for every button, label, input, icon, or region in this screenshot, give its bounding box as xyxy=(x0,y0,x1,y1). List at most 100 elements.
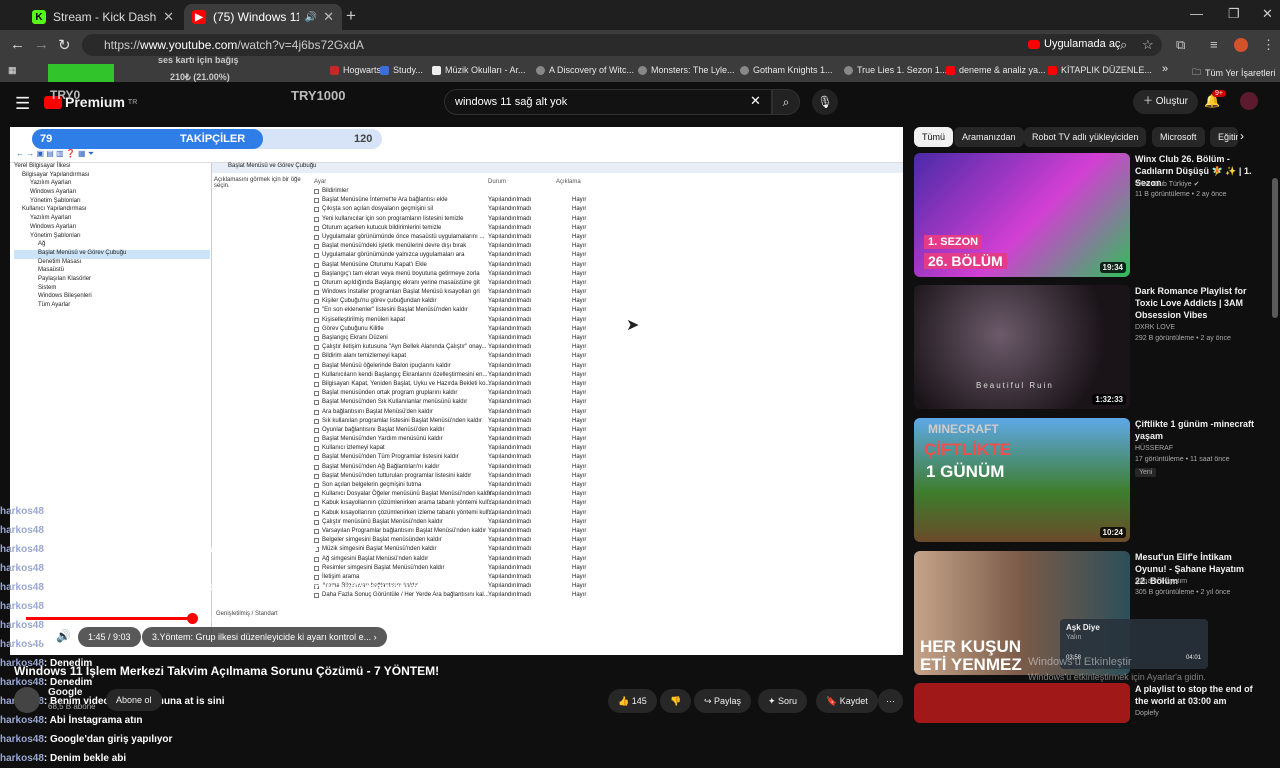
policy-setting-row[interactable]: Bilgisayarı Kapat, Yeniden Başlat, Uyku … xyxy=(314,381,894,390)
bookmark-item[interactable]: True Lies 1. Sezon 1... xyxy=(844,65,947,75)
seek-handle[interactable] xyxy=(186,613,198,624)
policy-setting-row[interactable]: Çalıştır menüsünü Başlat Menüsü'nden kal… xyxy=(314,519,894,528)
page-scrollbar[interactable] xyxy=(1272,178,1278,318)
tab-kick-dashboard[interactable]: K Stream - Kick Dashboard ✕ xyxy=(24,4,182,30)
bookmark-item[interactable]: Müzik Okulları - Ar... xyxy=(432,65,526,75)
channel-name[interactable]: Google xyxy=(48,687,82,698)
chevron-right-icon[interactable]: › xyxy=(1240,129,1244,143)
more-actions-button[interactable]: ⋯ xyxy=(878,689,903,713)
chip-uploader[interactable]: Robot TV adlı yükleyiciden xyxy=(1024,127,1147,147)
bookmark-item[interactable]: Monsters: The Lyle... xyxy=(638,65,735,75)
policy-setting-row[interactable]: Başlat Menüsü'nden tutturulan programlar… xyxy=(314,473,894,482)
recommendation-item[interactable]: A playlist to stop the end of the world … xyxy=(914,683,1259,723)
channel-avatar[interactable] xyxy=(14,687,40,713)
policy-setting-row[interactable]: Belgeler simgesini Başlat menüsünden kal… xyxy=(314,537,894,546)
policy-setting-row[interactable]: Ara bağlantısını Başlat Menüsü'den kaldı… xyxy=(314,409,894,418)
tree-node[interactable]: Tüm Ayarlar xyxy=(14,302,210,311)
policy-setting-row[interactable]: Başlat Menüsü öğelerinde Balon ipuçların… xyxy=(314,363,894,372)
open-in-app-button[interactable]: Uygulamada aç xyxy=(1028,38,1120,50)
policy-setting-row[interactable]: Kabuk kısayollarının çözümlenirken arama… xyxy=(314,500,894,509)
share-button[interactable]: ↪ Paylaş xyxy=(694,689,752,713)
policy-setting-row[interactable]: Kullanıcıların kendi Başlangıç Ekranları… xyxy=(314,372,894,381)
policy-setting-row[interactable]: Bildirim alanı temizlemeyi kapat Yapıland… xyxy=(314,353,894,362)
tree-node[interactable]: Yönetim Şablonları xyxy=(14,233,210,242)
policy-setting-row[interactable]: Sık kullanılan programlar listesini Başl… xyxy=(314,418,894,427)
account-avatar[interactable] xyxy=(1240,92,1258,110)
recommendation-item[interactable]: 1. SEZON 26. BÖLÜM 19:34 Winx Club 26. B… xyxy=(914,153,1259,281)
chip-education[interactable]: Eğitim xyxy=(1210,127,1238,147)
recommendation-title[interactable]: A playlist to stop the end of the world … xyxy=(1135,683,1257,707)
autoplay-toggle[interactable]: ⏺ xyxy=(762,629,768,644)
bookmark-item[interactable]: KİTAPLIK DÜZENLE... xyxy=(1048,65,1152,75)
chip-microsoft[interactable]: Microsoft xyxy=(1152,127,1205,147)
tree-node[interactable]: Kullanıcı Yapılandırması xyxy=(14,206,210,215)
forward-icon[interactable]: → xyxy=(34,36,49,53)
bookmark-star-icon[interactable]: ☆ xyxy=(1142,37,1154,53)
policy-setting-row[interactable]: Kişiler Çubuğu'nu görev çubuğundan kaldı… xyxy=(314,298,894,307)
tree-node[interactable]: Windows Ayarları xyxy=(14,189,210,198)
tree-node[interactable]: Yönetim Şablonları xyxy=(14,198,210,207)
fullscreen-icon[interactable]: ⛶ xyxy=(872,629,880,644)
bookmark-item[interactable]: Gotham Knights 1... xyxy=(740,65,833,75)
policy-setting-row[interactable]: Uygulamalar görünümünde önce masaüstü uy… xyxy=(314,234,894,243)
reload-icon[interactable]: ↻ xyxy=(58,36,71,54)
policy-setting-row[interactable]: Başlat menüsünden ortak program grupları… xyxy=(314,390,894,399)
like-button[interactable]: 👍 145 xyxy=(608,689,657,713)
hamburger-menu-icon[interactable]: ☰ xyxy=(15,94,30,114)
captions-icon[interactable]: ▭ xyxy=(788,629,799,643)
chip-from-search[interactable]: Aramanızdan xyxy=(954,127,1024,147)
tree-node[interactable]: Ağ xyxy=(14,241,210,250)
tree-node[interactable]: Windows Bileşenleri xyxy=(14,293,210,302)
all-bookmarks-folder[interactable]: 🗀 Tüm Yer İşaretleri xyxy=(1192,65,1276,81)
policy-setting-row[interactable]: Çalıştır iletişim kutusuna "Ayrı Bellek … xyxy=(314,344,894,353)
policy-setting-row[interactable]: Ağ simgesini Başlat Menüsü'nden kaldır Ya… xyxy=(314,556,894,565)
video-thumbnail[interactable]: Beautiful Ruin 1:32:33 xyxy=(914,285,1130,409)
policy-setting-row[interactable]: Başlat Menüsüne İnternet'te Ara bağlantı… xyxy=(314,197,894,206)
apps-grid-icon[interactable]: ▦ xyxy=(8,65,17,76)
policy-setting-row[interactable]: Kullanıcı Dosyalar Öğeler menüsünü Başla… xyxy=(314,491,894,500)
policy-setting-row[interactable]: "En son eklenenler" listesini Başlat Men… xyxy=(314,307,894,316)
policy-setting-row[interactable]: Kabuk kısayollarının çözümlenirken izlem… xyxy=(314,510,894,519)
zoom-icon[interactable]: ⌕ xyxy=(1120,37,1127,53)
clear-search-icon[interactable]: ✕ xyxy=(750,93,761,109)
policy-setting-row[interactable]: Çıkışta son açılan dosyaların geçmişini … xyxy=(314,206,894,215)
back-icon[interactable]: ← xyxy=(10,36,25,53)
bookmark-item[interactable]: Study... xyxy=(380,65,423,75)
minimize-icon[interactable]: — xyxy=(1190,6,1203,21)
recommendation-channel[interactable]: Şahane Hayatım xyxy=(1135,578,1187,585)
create-button[interactable]: ＋ Oluştur xyxy=(1133,90,1199,114)
dislike-button[interactable]: 👎 xyxy=(660,689,692,713)
search-button[interactable]: ⌕ xyxy=(772,89,800,115)
recommendation-title[interactable]: Çiftlikte 1 günüm -minecraft yaşam xyxy=(1135,418,1257,442)
recommendation-channel[interactable]: Winx Club Türkiye ✔ xyxy=(1135,180,1199,188)
policy-setting-row[interactable]: Uygulamalar görünümünde yalnızca uygulam… xyxy=(314,252,894,261)
tree-node[interactable]: Yazılım Ayarları xyxy=(14,215,210,224)
miniplayer-icon[interactable]: ▣ xyxy=(844,629,855,643)
policy-setting-row[interactable]: Varsayılan Programlar bağlantısını Başla… xyxy=(314,528,894,537)
voice-search-button[interactable]: 🎙 xyxy=(812,89,838,115)
chapter-button[interactable]: 3.Yöntem: Grup ilkesi düzenleyicide ki a… xyxy=(142,627,387,647)
subscribe-button[interactable]: Abone ol xyxy=(106,689,162,711)
tree-node[interactable]: Yerel Bilgisayar İlkesi xyxy=(14,163,210,172)
policy-setting-row[interactable]: Oturum açıldığında Başlangıç ekranı yeri… xyxy=(314,280,894,289)
recommendation-title[interactable]: Dark Romance Playlist for Toxic Love Add… xyxy=(1135,285,1257,321)
browser-menu-icon[interactable]: ⋮ xyxy=(1262,37,1275,53)
recommendation-channel[interactable]: DXRK LOVE xyxy=(1135,324,1175,331)
volume-icon[interactable]: 🔊 xyxy=(56,629,71,643)
more-bookmarks-button[interactable]: » xyxy=(1162,63,1168,75)
policy-setting-row[interactable]: Başlat Menüsü'nden Tüm Programlar listes… xyxy=(314,454,894,463)
extensions-icon[interactable]: ⧉ xyxy=(1176,37,1185,53)
tree-node[interactable]: Windows Ayarları xyxy=(14,224,210,233)
policy-setting-row[interactable]: Kullanıcı izlemeyi kapat Yapılandırılmadı… xyxy=(314,445,894,454)
close-tab-icon[interactable]: ✕ xyxy=(323,9,334,25)
policy-setting-row[interactable]: Oyunlar bağlantısını Başlat Menüsü'den k… xyxy=(314,427,894,436)
restore-icon[interactable]: ❐ xyxy=(1228,6,1240,22)
recommendation-channel[interactable]: Doplefy xyxy=(1135,710,1159,717)
media-icon[interactable]: ≡ xyxy=(1210,37,1218,52)
tree-node[interactable]: Paylaşılan Klasörler xyxy=(14,276,210,285)
policy-setting-row[interactable]: Başlat Menüsü'nden Sık Kullanılanlar men… xyxy=(314,399,894,408)
policy-setting-row[interactable]: Kişiselleştirilmiş menüleri kapat Yapılan… xyxy=(314,317,894,326)
policy-setting-row[interactable]: Resimler simgesini Başlat Menüsü'nden ka… xyxy=(314,565,894,574)
ask-button[interactable]: ✦ Soru xyxy=(758,689,808,713)
bookmark-item[interactable]: A Discovery of Witc... xyxy=(536,65,634,75)
